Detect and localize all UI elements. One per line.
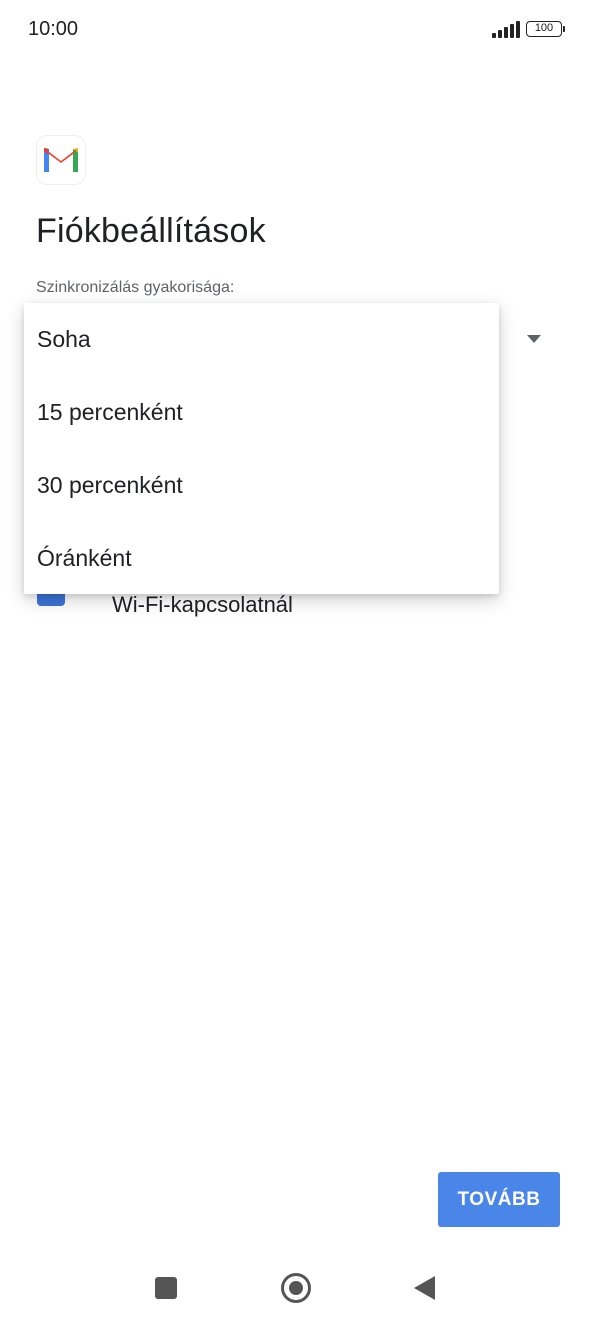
menu-item-never[interactable]: Soha [24, 303, 499, 376]
status-time: 10:00 [28, 18, 79, 40]
status-bar: 10:00 100 [0, 0, 596, 60]
menu-item-15-minutes[interactable]: 15 percenként [24, 376, 499, 449]
wifi-option-label: Wi-Fi-kapcsolatnál [112, 592, 293, 617]
menu-item-30-minutes[interactable]: 30 percenként [24, 449, 499, 522]
continue-button[interactable]: TOVÁBB [438, 1172, 560, 1227]
sync-frequency-menu: Soha 15 percenként 30 percenként Óránkén… [24, 303, 499, 594]
battery-icon: 100 [526, 21, 565, 37]
menu-item-hourly[interactable]: Óránként [24, 522, 499, 595]
cellular-signal-icon [492, 20, 520, 38]
sync-frequency-label: Szinkronizálás gyakorisága: [36, 279, 235, 296]
screen: 10:00 100 Fiókbeállítások Szinkronizálás… [0, 0, 596, 1326]
circle-home-icon[interactable] [281, 1273, 311, 1303]
dropdown-arrow-icon[interactable] [527, 335, 541, 343]
page-title: Fiókbeállítások [36, 212, 266, 250]
triangle-back-icon[interactable] [414, 1276, 435, 1300]
square-recents-icon[interactable] [155, 1277, 177, 1299]
gmail-logo-icon [37, 136, 85, 184]
